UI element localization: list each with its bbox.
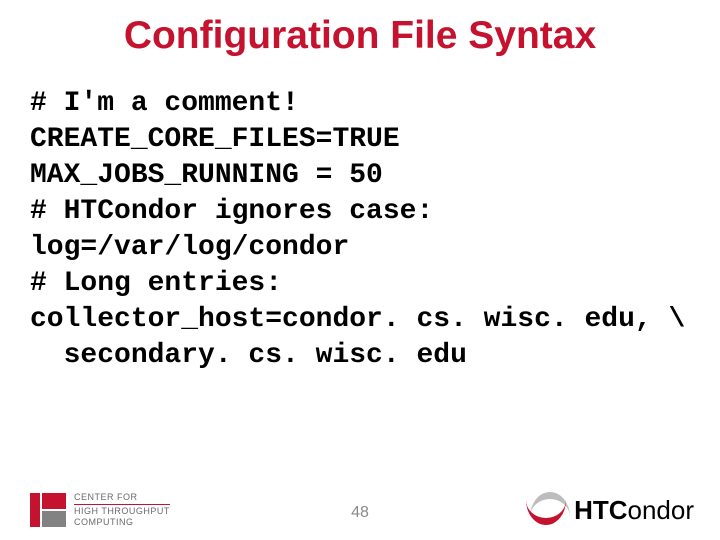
chtc-logo-text-1: CENTER FOR <box>74 492 170 505</box>
code-line: # Long entries: <box>30 266 690 302</box>
code-line: # HTCondor ignores case: <box>30 194 690 230</box>
code-line: log=/var/log/condor <box>30 230 690 266</box>
htcondor-logo-icon <box>526 492 572 528</box>
htcondor-logo: HTCondor <box>526 492 694 528</box>
code-line: CREATE_CORE_FILES=TRUE <box>30 122 690 158</box>
chtc-logo-text-2: HIGH THROUGHPUT <box>74 506 170 517</box>
code-line: # I'm a comment! <box>30 86 690 122</box>
code-line: secondary. cs. wisc. edu <box>30 338 690 374</box>
slide-title: Configuration File Syntax <box>0 0 720 58</box>
code-block: # I'm a comment! CREATE_CORE_FILES=TRUE … <box>30 86 690 374</box>
htcondor-logo-text: HTCondor <box>574 495 694 526</box>
code-line: MAX_JOBS_RUNNING = 50 <box>30 158 690 194</box>
chtc-logo-icon <box>30 493 66 527</box>
code-line: collector_host=condor. cs. wisc. edu, \ <box>30 302 690 338</box>
chtc-logo-text-3: COMPUTING <box>74 517 170 528</box>
footer: 48 CENTER FOR HIGH THROUGHPUT COMPUTING … <box>0 470 720 540</box>
chtc-logo: CENTER FOR HIGH THROUGHPUT COMPUTING <box>30 492 170 528</box>
